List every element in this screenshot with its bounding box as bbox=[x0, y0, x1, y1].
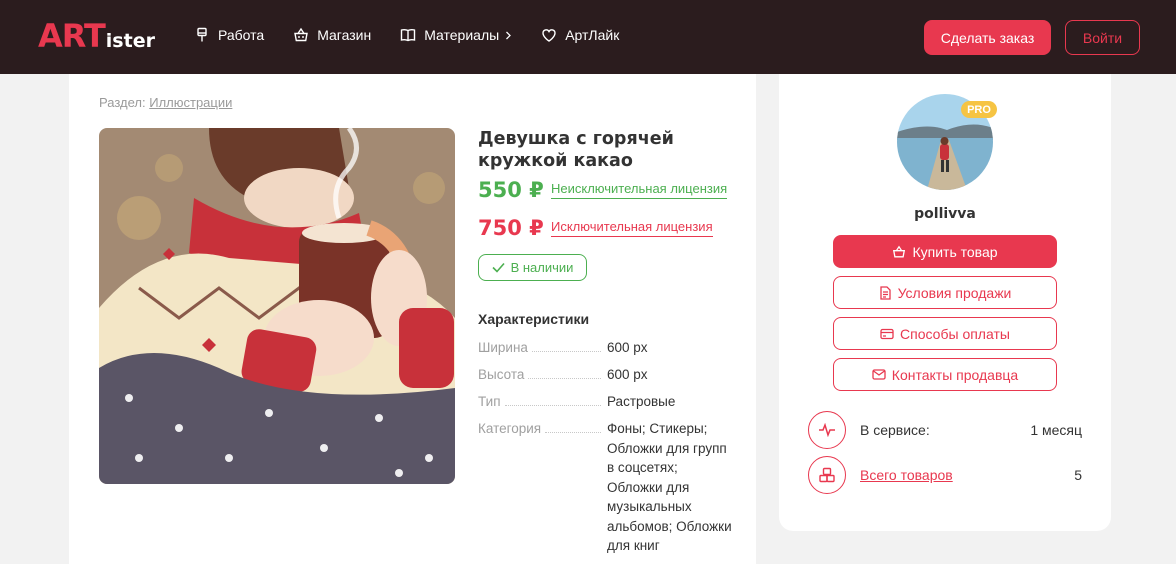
nav-label-work: Работа bbox=[218, 27, 265, 43]
license-nonexclusive-link[interactable]: Неисключительная лицензия bbox=[551, 181, 728, 199]
basket-icon bbox=[893, 245, 906, 257]
chevron-right-icon bbox=[506, 31, 512, 40]
basket-icon bbox=[294, 27, 309, 42]
char-key: Высота bbox=[478, 367, 525, 382]
char-value: 600 px bbox=[607, 367, 648, 382]
stat-total-products: Всего товаров 5 bbox=[808, 456, 1082, 494]
heart-icon bbox=[542, 29, 556, 42]
payment-methods-label: Способы оплаты bbox=[900, 325, 1010, 342]
boxes-icon bbox=[808, 456, 846, 494]
sale-terms-label: Условия продажи bbox=[897, 284, 1012, 301]
price-nonexclusive: 550 ₽ bbox=[478, 178, 544, 202]
login-button[interactable]: Войти bbox=[1065, 20, 1140, 55]
char-value: Растровые bbox=[607, 394, 676, 409]
book-icon bbox=[401, 28, 416, 42]
payment-methods-button[interactable]: Способы оплаты bbox=[833, 317, 1057, 350]
nav-label-materials: Материалы bbox=[424, 27, 500, 43]
nav-label-shop: Магазин bbox=[317, 27, 372, 43]
buy-button-label: Купить товар bbox=[912, 243, 998, 260]
logo-ister: ister bbox=[105, 30, 155, 52]
seller-contacts-label: Контакты продавца bbox=[891, 366, 1019, 383]
breadcrumb: Раздел: Иллюстрации bbox=[99, 95, 232, 110]
breadcrumb-section-link[interactable]: Иллюстрации bbox=[149, 95, 232, 110]
char-key: Категория bbox=[478, 421, 542, 436]
price-exclusive: 750 ₽ bbox=[478, 216, 544, 240]
characteristics-title: Характеристики bbox=[478, 311, 590, 327]
price-nonexclusive-row: 550 ₽ Неисключительная лицензия bbox=[478, 178, 728, 202]
product-card: Раздел: Иллюстрации Девушка с горячей кр… bbox=[69, 74, 756, 564]
price-exclusive-row: 750 ₽ Исключительная лицензия bbox=[478, 216, 713, 240]
char-row-type: Тип Растровые bbox=[478, 392, 738, 412]
char-row-category: Категория Фоны; Стикеры; Обложки для гру… bbox=[478, 419, 738, 556]
artwork-image[interactable] bbox=[99, 128, 455, 484]
total-products-link[interactable]: Всего товаров bbox=[860, 467, 1074, 483]
buy-button[interactable]: Купить товар bbox=[833, 235, 1057, 268]
product-title: Девушка с горячей кружкой какао bbox=[478, 129, 674, 171]
in-stock-badge: В наличии bbox=[478, 254, 587, 281]
pulse-icon bbox=[808, 411, 846, 449]
mail-icon bbox=[872, 369, 886, 380]
char-value: Фоны; Стикеры; Обложки для групп в соцсе… bbox=[607, 421, 732, 553]
char-key: Тип bbox=[478, 394, 501, 409]
credit-card-icon bbox=[880, 328, 894, 339]
nav-item-work[interactable]: Работа bbox=[194, 27, 264, 43]
brush-icon bbox=[197, 27, 207, 42]
stat-service-time: В сервисе: 1 месяц bbox=[808, 411, 1082, 449]
nav-item-shop[interactable]: Магазин bbox=[293, 27, 371, 43]
stat-service-label: В сервисе: bbox=[860, 422, 930, 438]
stat-products-value: 5 bbox=[1074, 467, 1082, 483]
nav-label-artlike: АртЛайк bbox=[565, 27, 620, 43]
seller-contacts-button[interactable]: Контакты продавца bbox=[833, 358, 1057, 391]
sale-terms-button[interactable]: Условия продажи bbox=[833, 276, 1057, 309]
main-nav: Работа Магазин Материалы АртЛайк bbox=[194, 27, 648, 43]
breadcrumb-label: Раздел: bbox=[99, 95, 146, 110]
char-key: Ширина bbox=[478, 340, 528, 355]
nav-item-materials[interactable]: Материалы bbox=[400, 27, 512, 43]
stock-label: В наличии bbox=[510, 260, 574, 275]
seller-card: PRO pollivva Купить товар Условия продаж… bbox=[779, 74, 1111, 531]
top-header: ART ister Работа Магазин Материалы АртЛа… bbox=[0, 0, 1176, 74]
artwork-illustration bbox=[99, 128, 455, 484]
nav-item-artlike[interactable]: АртЛайк bbox=[541, 27, 619, 43]
artister-logo[interactable]: ART ister bbox=[38, 19, 155, 53]
make-order-button[interactable]: Сделать заказ bbox=[924, 20, 1051, 55]
logo-art: ART bbox=[38, 17, 106, 55]
stat-service-value: 1 месяц bbox=[1030, 422, 1082, 438]
char-row-width: Ширина 600 px bbox=[478, 338, 738, 358]
license-exclusive-link[interactable]: Исключительная лицензия bbox=[551, 219, 713, 237]
char-row-height: Высота 600 px bbox=[478, 365, 738, 385]
check-icon bbox=[492, 262, 505, 273]
document-icon bbox=[879, 285, 891, 300]
pro-badge: PRO bbox=[961, 101, 997, 118]
seller-username[interactable]: pollivva bbox=[779, 206, 1111, 222]
char-value: 600 px bbox=[607, 340, 648, 355]
